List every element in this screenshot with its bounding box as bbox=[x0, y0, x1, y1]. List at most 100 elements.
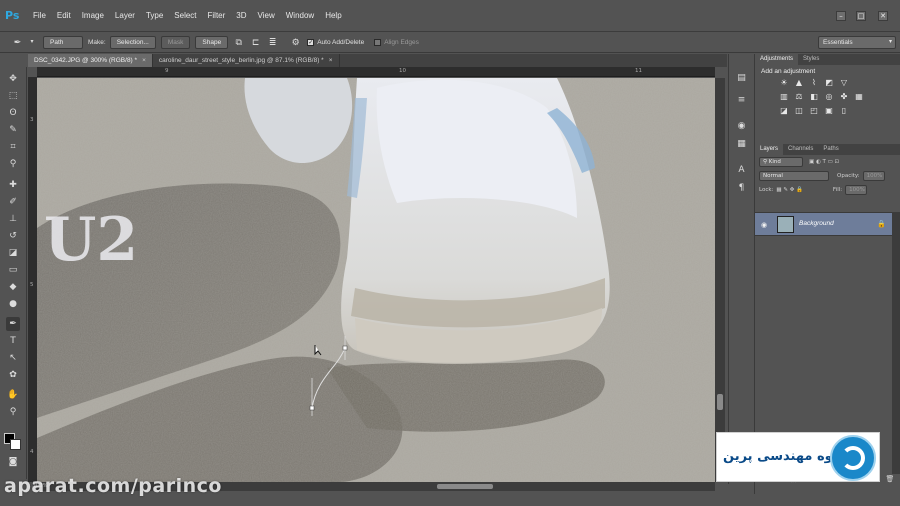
close-icon[interactable]: × bbox=[329, 57, 333, 64]
brush-tool-icon[interactable]: ✐ bbox=[6, 195, 20, 209]
layer-filter-select[interactable]: ⚲ Kind bbox=[759, 157, 803, 167]
anchor-point[interactable] bbox=[309, 405, 315, 411]
tab-adjustments[interactable]: Adjustments bbox=[755, 54, 799, 65]
photo-filter-icon[interactable]: ◎ bbox=[824, 92, 834, 102]
path-select-tool-icon[interactable]: ↖ bbox=[6, 351, 20, 365]
menu-help[interactable]: Help bbox=[325, 11, 341, 20]
hue-saturation-icon[interactable]: ▥ bbox=[779, 92, 789, 102]
eraser-tool-icon[interactable]: ◪ bbox=[6, 246, 20, 260]
tab-paths[interactable]: Paths bbox=[818, 144, 843, 155]
eye-icon[interactable]: ◉ bbox=[759, 220, 769, 230]
dodge-tool-icon[interactable]: ● bbox=[6, 297, 20, 311]
threshold-icon[interactable]: ◰ bbox=[809, 106, 819, 116]
posterize-icon[interactable]: ◫ bbox=[794, 106, 804, 116]
pen-tool-icon[interactable]: ✒ bbox=[6, 317, 20, 331]
brightness-icon[interactable]: ☀ bbox=[779, 78, 789, 88]
blend-mode-select[interactable]: Normal bbox=[759, 171, 829, 181]
background-color-swatch[interactable] bbox=[10, 439, 21, 450]
workspace-select[interactable]: Essentials ▾ bbox=[818, 36, 896, 49]
menu-file[interactable]: File bbox=[33, 11, 46, 20]
menu-type[interactable]: Type bbox=[146, 11, 163, 20]
adjustment-row: ☀ ▲ ⌇ ◩ ▽ bbox=[755, 78, 900, 88]
history-panel-icon[interactable]: ▤ bbox=[735, 72, 748, 85]
hand-tool-icon[interactable]: ✋ bbox=[6, 388, 20, 402]
menu-select[interactable]: Select bbox=[174, 11, 196, 20]
invert-icon[interactable]: ◪ bbox=[779, 106, 789, 116]
opacity-input[interactable]: 100% bbox=[862, 171, 885, 181]
clone-stamp-tool-icon[interactable]: ⊥ bbox=[6, 212, 20, 226]
close-icon[interactable]: × bbox=[142, 57, 146, 64]
make-selection-button[interactable]: Selection... bbox=[109, 35, 156, 49]
blur-tool-icon[interactable]: ◆ bbox=[6, 280, 20, 294]
auto-add-delete-checkbox[interactable]: ✓ bbox=[307, 38, 315, 46]
selective-color-icon[interactable]: ▣ bbox=[824, 106, 834, 116]
document-canvas[interactable] bbox=[37, 78, 715, 482]
adjustment-row: ◪ ◫ ◰ ▣ ▯ bbox=[755, 106, 900, 116]
anchor-point[interactable] bbox=[342, 345, 348, 351]
shape-tool-icon[interactable]: ✿ bbox=[6, 368, 20, 382]
layers-scrollbar[interactable] bbox=[892, 212, 900, 474]
layers-tabs: Layers Channels Paths bbox=[755, 144, 900, 155]
gear-icon[interactable]: ⚙ bbox=[290, 37, 301, 48]
swatches-panel-icon[interactable]: ▦ bbox=[735, 138, 748, 151]
pen-tool-preset-icon[interactable]: ✒ bbox=[12, 37, 23, 48]
curves-icon[interactable]: ⌇ bbox=[809, 78, 819, 88]
paragraph-panel-icon[interactable]: ¶ bbox=[735, 182, 748, 195]
marquee-tool-icon[interactable]: ⬚ bbox=[6, 89, 20, 103]
trash-icon[interactable]: 🗑 bbox=[885, 474, 895, 484]
levels-icon[interactable]: ▲ bbox=[794, 78, 804, 88]
move-tool-icon[interactable]: ✥ bbox=[6, 72, 20, 86]
color-balance-icon[interactable]: ⚖ bbox=[794, 92, 804, 102]
pen-mode-select[interactable]: Path bbox=[43, 35, 83, 49]
menu-view[interactable]: View bbox=[258, 11, 275, 20]
path-operations-icon[interactable]: ⧉ bbox=[233, 37, 244, 48]
black-white-icon[interactable]: ◧ bbox=[809, 92, 819, 102]
gradient-tool-icon[interactable]: ▭ bbox=[6, 263, 20, 277]
vibrance-icon[interactable]: ▽ bbox=[839, 78, 849, 88]
chevron-down-icon[interactable]: ▾ bbox=[29, 37, 35, 48]
tab-layers[interactable]: Layers bbox=[755, 144, 784, 155]
crop-tool-icon[interactable]: ⌗ bbox=[6, 140, 20, 154]
eyedropper-tool-icon[interactable]: ⚲ bbox=[6, 157, 20, 171]
right-panels: Adjustments Styles Add an adjustment ☀ ▲… bbox=[754, 54, 900, 494]
history-brush-tool-icon[interactable]: ↺ bbox=[6, 229, 20, 243]
menu-window[interactable]: Window bbox=[286, 11, 314, 20]
make-shape-button[interactable]: Shape bbox=[195, 35, 229, 49]
layer-row-background[interactable]: ◉ Background 🔒 bbox=[755, 212, 892, 236]
filter-icons[interactable]: ▣ ◐ T ▭ ⊡ bbox=[809, 159, 839, 165]
lasso-tool-icon[interactable]: ʘ bbox=[6, 106, 20, 120]
maximize-button[interactable]: □ bbox=[856, 11, 866, 21]
info-panel-icon[interactable]: ◉ bbox=[735, 120, 748, 133]
align-edges-checkbox[interactable] bbox=[374, 38, 382, 46]
color-lookup-icon[interactable]: ▦ bbox=[854, 92, 864, 102]
zoom-tool-icon[interactable]: ⚲ bbox=[6, 405, 20, 419]
scroll-thumb[interactable] bbox=[437, 484, 493, 489]
path-arrangement-icon[interactable]: ≣ bbox=[267, 37, 278, 48]
fill-input[interactable]: 100% bbox=[845, 185, 868, 195]
menu-edit[interactable]: Edit bbox=[57, 11, 71, 20]
properties-panel-icon[interactable]: ≡ bbox=[735, 94, 748, 107]
healing-brush-tool-icon[interactable]: ✚ bbox=[6, 178, 20, 192]
path-alignment-icon[interactable]: ⊏ bbox=[250, 37, 261, 48]
character-panel-icon[interactable]: A bbox=[735, 164, 748, 177]
doc-tab-1[interactable]: DSC_0342.JPG @ 300% (RGB/8) * × bbox=[28, 54, 153, 67]
vertical-scrollbar[interactable] bbox=[715, 78, 725, 482]
scroll-thumb[interactable] bbox=[717, 394, 723, 410]
lock-icons[interactable]: ▦ ✎ ✥ 🔒 bbox=[776, 187, 803, 193]
type-tool-icon[interactable]: T bbox=[6, 334, 20, 348]
gradient-map-icon[interactable]: ▯ bbox=[839, 106, 849, 116]
close-button[interactable]: ✕ bbox=[878, 11, 888, 21]
make-mask-button[interactable]: Mask bbox=[160, 35, 191, 49]
channel-mixer-icon[interactable]: ✤ bbox=[839, 92, 849, 102]
tab-channels[interactable]: Channels bbox=[783, 144, 818, 155]
exposure-icon[interactable]: ◩ bbox=[824, 78, 834, 88]
quick-mask-icon[interactable]: ◙ bbox=[6, 455, 20, 469]
minimize-button[interactable]: – bbox=[836, 11, 846, 21]
menu-image[interactable]: Image bbox=[82, 11, 104, 20]
quick-select-tool-icon[interactable]: ✎ bbox=[6, 123, 20, 137]
menu-filter[interactable]: Filter bbox=[208, 11, 226, 20]
menu-layer[interactable]: Layer bbox=[115, 11, 135, 20]
menu-3d[interactable]: 3D bbox=[236, 11, 246, 20]
tab-styles[interactable]: Styles bbox=[798, 54, 824, 65]
doc-tab-2[interactable]: caroline_daur_street_style_berlin.jpg @ … bbox=[153, 54, 340, 67]
